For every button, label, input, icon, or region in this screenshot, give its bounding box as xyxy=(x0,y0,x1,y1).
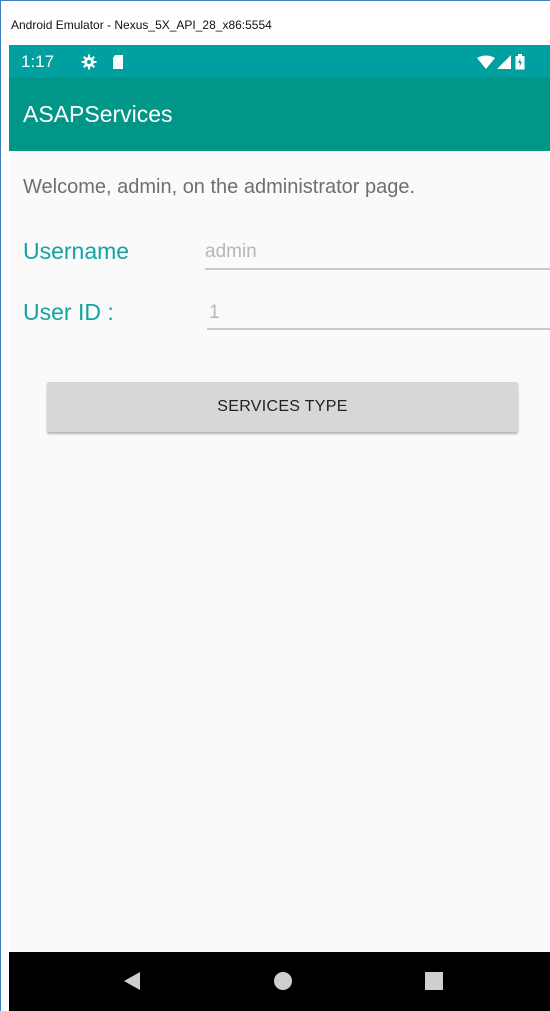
recents-icon[interactable] xyxy=(422,969,446,993)
user-id-label: User ID : xyxy=(23,299,114,325)
home-icon[interactable] xyxy=(271,969,295,993)
wifi-icon xyxy=(477,55,495,71)
back-icon[interactable] xyxy=(120,969,144,993)
window-title: Android Emulator - Nexus_5X_API_28_x86:5… xyxy=(11,18,272,32)
settings-gear-icon xyxy=(81,54,97,70)
sd-card-icon xyxy=(110,54,126,70)
status-time: 1:17 xyxy=(21,52,55,71)
signal-icon xyxy=(497,55,513,71)
app-bar: ASAPServices xyxy=(9,77,550,151)
services-type-button[interactable]: SERVICES TYPE xyxy=(47,382,518,432)
device-screen: 1:17 ASAPServices Welcome, admin, on the… xyxy=(9,45,550,1011)
window-title-bar[interactable]: Android Emulator - Nexus_5X_API_28_x86:5… xyxy=(1,1,550,45)
username-label: Username xyxy=(23,238,130,264)
emulator-window: Android Emulator - Nexus_5X_API_28_x86:5… xyxy=(0,0,550,1011)
battery-icon xyxy=(515,54,531,70)
user-id-value[interactable]: 1 xyxy=(209,302,220,324)
user-id-underline xyxy=(207,328,550,330)
welcome-text: Welcome, admin, on the administrator pag… xyxy=(23,176,416,198)
status-bar: 1:17 xyxy=(9,45,550,77)
navigation-bar xyxy=(9,952,550,1011)
username-underline xyxy=(205,268,550,270)
username-value[interactable]: admin xyxy=(205,241,257,263)
app-title: ASAPServices xyxy=(23,101,173,127)
